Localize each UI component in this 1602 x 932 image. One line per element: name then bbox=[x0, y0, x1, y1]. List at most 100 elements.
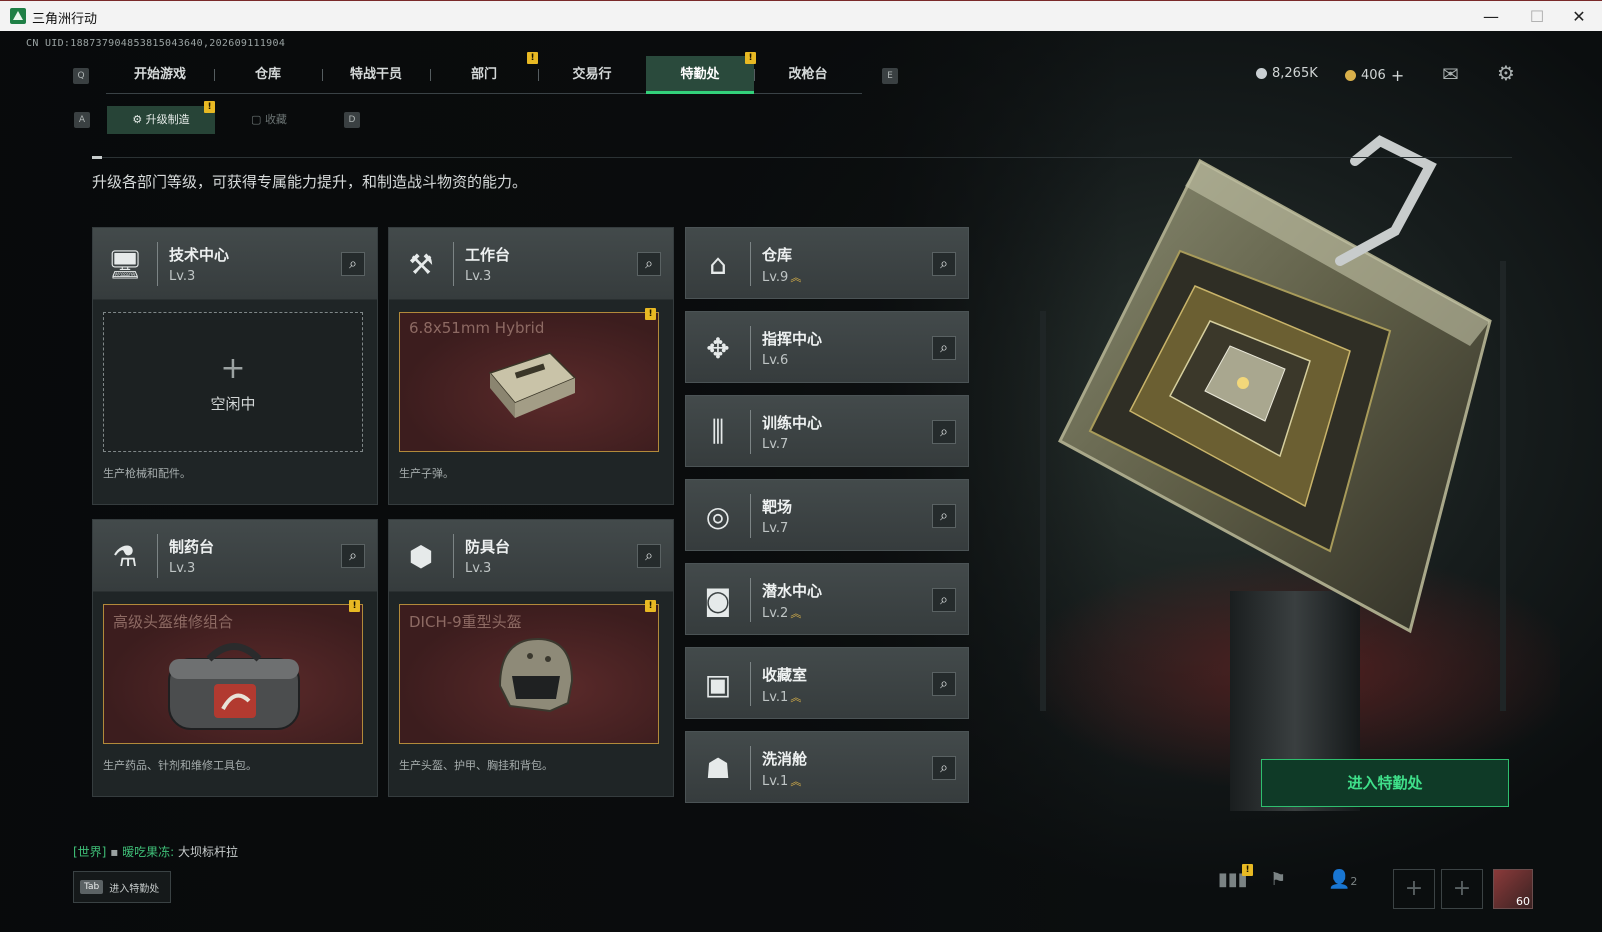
card-header[interactable]: ⬢ 防具台 Lv.3 ⌕ bbox=[389, 520, 673, 592]
workshop-tech-center: 🖥 技术中心 Lv.3 ⌕ + 空闲中 生产枪械和配件。 bbox=[92, 227, 378, 505]
card-header[interactable]: ⚒ 工作台 Lv.3 ⌕ bbox=[389, 228, 673, 300]
tab-key: Tab bbox=[80, 880, 104, 894]
search-icon[interactable]: ⌕ bbox=[932, 504, 956, 528]
silver-amount: 8,265K bbox=[1272, 66, 1318, 81]
card-separator bbox=[157, 242, 158, 286]
search-icon[interactable]: ⌕ bbox=[932, 252, 956, 276]
craft-alert-badge: ! bbox=[645, 600, 656, 612]
workshop-level: Lv.3 bbox=[169, 269, 196, 284]
workshop-footer: 生产药品、针剂和维修工具包。 bbox=[103, 759, 257, 772]
card-separator bbox=[157, 534, 158, 578]
close-button[interactable]: ✕ bbox=[1556, 1, 1602, 32]
card-separator bbox=[750, 326, 751, 370]
gear-icon[interactable]: ⚙ bbox=[1497, 61, 1515, 85]
card-header[interactable]: 🖥 技术中心 Lv.3 ⌕ bbox=[93, 228, 377, 300]
tab-hint-label: 进入特勤处 bbox=[109, 883, 160, 895]
search-icon[interactable]: ⌕ bbox=[637, 544, 661, 568]
tab-upgrade-craft[interactable]: ⚙ 升级制造 bbox=[107, 106, 215, 134]
app-logo-icon bbox=[10, 8, 26, 24]
card-header[interactable]: ⚗ 制药台 Lv.3 ⌕ bbox=[93, 520, 377, 592]
team-slot-1[interactable]: + bbox=[1393, 869, 1435, 909]
tab-gunsmith[interactable]: 改枪台 bbox=[754, 56, 862, 94]
search-icon[interactable]: ⌕ bbox=[341, 252, 365, 276]
search-icon[interactable]: ⌕ bbox=[932, 588, 956, 612]
facility-name: 指挥中心 bbox=[762, 330, 823, 348]
ammo-box-icon bbox=[488, 352, 577, 418]
team-slot-2[interactable]: + bbox=[1441, 869, 1483, 909]
idle-label: 空闲中 bbox=[210, 395, 256, 413]
facility-shooting-range[interactable]: ◎ 靶场 Lv.7 ⌕ bbox=[685, 479, 969, 551]
search-icon[interactable]: ⌕ bbox=[932, 756, 956, 780]
facility-training-center[interactable]: ⫼ 训练中心 Lv.7 ⌕ bbox=[685, 395, 969, 467]
cubes-icon: ⬢ bbox=[408, 539, 434, 573]
search-icon[interactable]: ⌕ bbox=[637, 252, 661, 276]
facility-collection-room[interactable]: ▣ 收藏室 Lv.1 ︽ ⌕ bbox=[685, 647, 969, 719]
tab-department[interactable]: 部门 bbox=[430, 56, 538, 94]
stats-alert-badge: ! bbox=[1242, 864, 1253, 876]
subnav-next-key: D bbox=[344, 112, 360, 128]
workshop-footer: 生产头盔、护甲、胸挂和背包。 bbox=[399, 759, 553, 772]
card-separator bbox=[750, 746, 751, 790]
mail-icon[interactable]: ✉ bbox=[1442, 62, 1459, 86]
flag-icon[interactable]: ⚑ bbox=[1270, 869, 1286, 890]
card-separator bbox=[453, 534, 454, 578]
sub-nav: ⚙ 升级制造 ▢ 收藏 bbox=[107, 106, 323, 134]
friends-icon[interactable]: 👤2 bbox=[1328, 869, 1357, 890]
craft-slot-medkit[interactable]: 高级头盔维修组合 ! bbox=[103, 600, 363, 744]
upgrade-icon: ⚙ bbox=[132, 113, 146, 126]
friends-count: 2 bbox=[1350, 875, 1358, 888]
facility-level: Lv.7 bbox=[762, 437, 789, 452]
enter-special-ops-button[interactable]: 进入特勤处 bbox=[1261, 759, 1509, 807]
facility-level: Lv.7 bbox=[762, 521, 789, 536]
silver-coin-icon bbox=[1256, 68, 1267, 79]
minimize-button[interactable]: — bbox=[1468, 1, 1514, 32]
facility-diving-center[interactable]: ◙ 潜水中心 Lv.2 ︽ ⌕ bbox=[685, 563, 969, 635]
avatar[interactable]: 60 bbox=[1493, 869, 1533, 909]
workshop-name: 工作台 bbox=[465, 246, 511, 264]
facility-level: Lv.9 ︽ bbox=[762, 270, 802, 285]
workshop-pharmacy: ⚗ 制药台 Lv.3 ⌕ 高级头盔维修组合 ! 生产药品、针剂和维修工具包。 bbox=[92, 519, 378, 797]
avatar-level: 60 bbox=[1516, 895, 1530, 908]
search-icon[interactable]: ⌕ bbox=[341, 544, 365, 568]
upgrade-arrow-icon: ︽ bbox=[790, 775, 802, 788]
world-chat-line[interactable]: [世界] ▪ 暧吃果冻: 大坝标杆拉 bbox=[73, 843, 238, 860]
tab-trading[interactable]: 交易行 bbox=[538, 56, 646, 94]
chat-user-icon: ▪ bbox=[110, 845, 119, 859]
tab-operators[interactable]: 特战干员 bbox=[322, 56, 430, 94]
game-view: CN UID:1887379048538150436​40,2026091119… bbox=[0, 31, 1602, 932]
tab-warehouse[interactable]: 仓库 bbox=[214, 56, 322, 94]
facility-name: 仓库 bbox=[762, 246, 793, 264]
craft-alert-badge: ! bbox=[645, 308, 656, 320]
card-separator bbox=[750, 578, 751, 622]
monitor-icon: 🖥 bbox=[107, 247, 143, 281]
workshop-name: 防具台 bbox=[465, 538, 511, 556]
special-ops-alert-badge: ! bbox=[745, 52, 756, 64]
search-icon[interactable]: ⌕ bbox=[932, 672, 956, 696]
craft-slot-helmet[interactable]: DICH-9重型头盔 ! bbox=[399, 600, 659, 744]
facility-warehouse[interactable]: ⌂ 仓库 Lv.9 ︽ ⌕ bbox=[685, 227, 969, 299]
facility-command-center[interactable]: ✥ 指挥中心 Lv.6 ⌕ bbox=[685, 311, 969, 383]
facility-level: Lv.1 ︽ bbox=[762, 774, 802, 789]
facility-name: 收藏室 bbox=[762, 666, 808, 684]
maximize-button[interactable]: ☐ bbox=[1514, 1, 1560, 32]
craft-slot-idle[interactable]: + 空闲中 bbox=[103, 312, 363, 452]
card-separator bbox=[750, 242, 751, 286]
search-icon[interactable]: ⌕ bbox=[932, 336, 956, 360]
facility-level: Lv.6 bbox=[762, 353, 789, 368]
search-icon[interactable]: ⌕ bbox=[932, 420, 956, 444]
upgrade-arrow-icon: ︽ bbox=[790, 691, 802, 704]
decontamination-icon: ☗ bbox=[705, 751, 731, 785]
window-titlebar: 三角洲行动 — ☐ ✕ bbox=[0, 0, 1602, 31]
tab-start-game[interactable]: 开始游戏 bbox=[106, 56, 214, 94]
craft-slot-ammo[interactable]: 6.8x51mm Hybrid ! bbox=[399, 308, 659, 452]
tab-shortcut-hint[interactable]: Tab 进入特勤处 bbox=[73, 871, 171, 903]
command-chip-icon: ✥ bbox=[706, 331, 730, 365]
tab-collection[interactable]: ▢ 收藏 bbox=[215, 106, 323, 134]
tab-special-ops[interactable]: 特勤处 bbox=[646, 56, 754, 94]
facility-name: 训练中心 bbox=[762, 414, 823, 432]
subnav-prev-key: A bbox=[74, 112, 90, 128]
facility-decon-chamber[interactable]: ☗ 洗消舱 Lv.1 ︽ ⌕ bbox=[685, 731, 969, 803]
page-description: 升级各部门等级，可获得专属能力提升，和制造战斗物资的能力。 bbox=[92, 173, 528, 191]
workshop-footer: 生产子弹。 bbox=[399, 467, 454, 480]
add-gold-button[interactable]: + bbox=[1391, 66, 1404, 85]
